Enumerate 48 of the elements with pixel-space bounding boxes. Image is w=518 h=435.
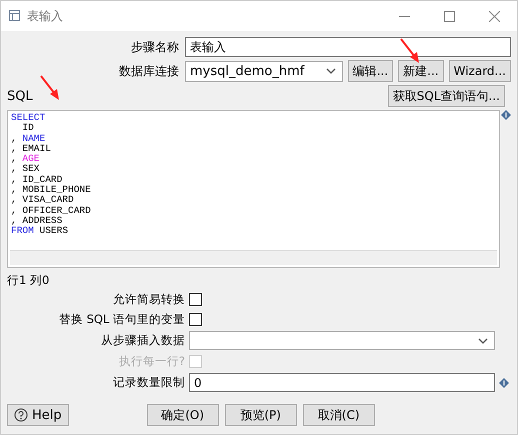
option-label: 允许简易转换: [112, 292, 185, 307]
connection-button[interactable]: 新建...: [398, 60, 444, 82]
connection-button[interactable]: Wizard...: [448, 60, 511, 82]
code-line: FROM USERS: [11, 226, 70, 237]
get-sql-button[interactable]: 获取SQL查询语句...: [388, 85, 505, 107]
dropdown-caret-icon: [326, 68, 336, 74]
table-icon: [9, 10, 21, 22]
horizontal-scrollbar[interactable]: [10, 250, 497, 265]
option-label: 执行每一行?: [118, 354, 185, 369]
help-button[interactable]: Help: [7, 404, 69, 426]
variable-icon: [499, 378, 509, 388]
dropdown-caret-icon: [478, 338, 488, 344]
connection-dropdown[interactable]: mysql_demo_hmf: [185, 60, 343, 82]
code-line: , EMAIL: [11, 144, 52, 154]
code-line: , NAME: [11, 134, 46, 144]
checkbox[interactable]: [189, 293, 202, 306]
dialog-button[interactable]: 取消(C): [302, 404, 375, 426]
checkbox[interactable]: [189, 313, 202, 326]
code-line: SELECT: [11, 113, 46, 124]
connection-button[interactable]: 编辑...: [348, 60, 394, 82]
connection-label: 数据库连接: [118, 62, 179, 80]
step-name-label: 步骤名称: [130, 38, 179, 56]
step-name-field[interactable]: 表输入: [185, 37, 511, 57]
help-icon: [14, 408, 28, 422]
code-line: ID: [21, 123, 35, 134]
option-label: 替换 SQL 语句里的变量: [58, 312, 185, 327]
code-line: , MOBILE_PHONE: [11, 185, 92, 196]
code-line: , AGE: [11, 154, 41, 164]
dialog-button[interactable]: 预览(P): [224, 404, 297, 426]
maximize-icon[interactable]: [444, 10, 455, 22]
annotation-arrow: [400, 38, 422, 64]
code-line: , ID_CARD: [11, 174, 64, 186]
dialog-button[interactable]: 确定(O): [146, 404, 219, 426]
option-label: 从步骤插入数据: [100, 333, 185, 348]
code-line: , SEX: [11, 164, 41, 175]
cursor-position: 行1 列0: [7, 273, 50, 288]
window-title: 表输入: [27, 8, 64, 24]
code-line: , VISA_CARD: [11, 195, 75, 206]
close-icon[interactable]: [489, 10, 500, 22]
dropdown[interactable]: [189, 331, 495, 350]
code-line: , ADDRESS: [11, 216, 64, 226]
variable-icon: [501, 110, 511, 120]
code-line: , OFFICER_CARD: [11, 206, 92, 216]
input-field[interactable]: 0: [189, 373, 495, 392]
sql-label: SQL: [7, 88, 33, 104]
option-label: 记录数量限制: [112, 375, 185, 390]
annotation-arrow: [40, 75, 62, 101]
sql-editor[interactable]: SELECT ID , NAME , EMAIL , AGE , SEX , ID_CARD , MOBILE_PHONE , VISA_CARD , OFFICER_CARD , ADDRESS FROM USERS: [7, 110, 500, 268]
